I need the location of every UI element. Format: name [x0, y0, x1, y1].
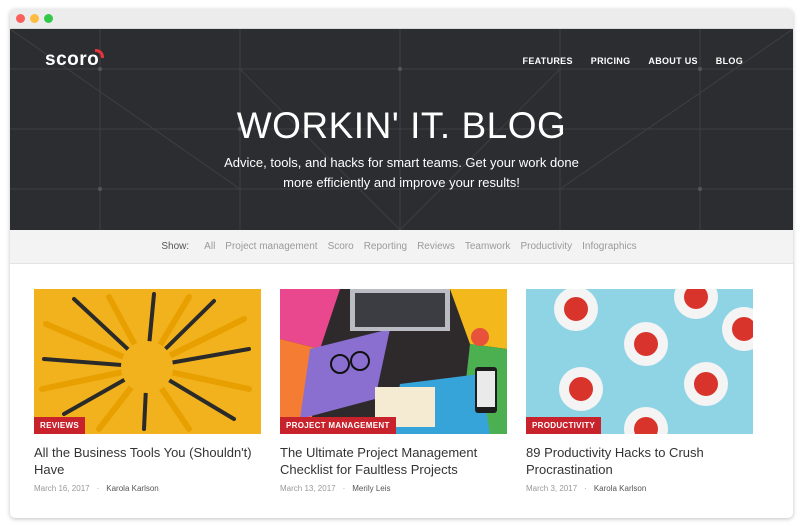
nav-about-us[interactable]: ABOUT US [648, 56, 697, 66]
post-card[interactable]: REVIEWS All the Business Tools You (Shou… [34, 289, 261, 493]
post-title[interactable]: 89 Productivity Hacks to Crush Procrasti… [526, 444, 753, 478]
category-tag[interactable]: PROJECT MANAGEMENT [280, 417, 396, 434]
hero-title: WORKIN' IT. BLOG [236, 105, 567, 146]
post-date: March 3, 2017 [526, 484, 578, 493]
filter-reviews[interactable]: Reviews [417, 241, 455, 252]
filter-label: Show: [161, 241, 190, 252]
post-author[interactable]: Merily Leis [352, 484, 390, 493]
filter-teamwork[interactable]: Teamwork [465, 241, 511, 252]
window-chrome [10, 9, 793, 29]
hero-subtitle-line1: Advice, tools, and hacks for smart teams… [224, 155, 579, 170]
main-nav: FEATURES PRICING ABOUT US BLOG [523, 56, 743, 66]
post-cards: REVIEWS All the Business Tools You (Shou… [34, 289, 753, 493]
post-author[interactable]: Karola Karlson [594, 484, 646, 493]
post-meta: March 3, 2017 · Karola Karlson [526, 484, 753, 493]
tea-cups-image [526, 289, 753, 434]
post-title[interactable]: The Ultimate Project Management Checklis… [280, 444, 507, 478]
post-card[interactable]: PRODUCTIVITY 89 Productivity Hacks to Cr… [526, 289, 753, 493]
category-filter-bar: Show: All Project management Scoro Repor… [10, 230, 793, 264]
post-date: March 16, 2017 [34, 484, 90, 493]
filter-productivity[interactable]: Productivity [520, 241, 572, 252]
hero-subtitle: Advice, tools, and hacks for smart teams… [10, 153, 793, 193]
filter-all[interactable]: All [204, 241, 215, 252]
filter-project-management[interactable]: Project management [225, 241, 317, 252]
meta-separator: · [96, 484, 100, 493]
category-tag[interactable]: REVIEWS [34, 417, 85, 434]
filter-scoro[interactable]: Scoro [328, 241, 354, 252]
nav-pricing[interactable]: PRICING [591, 56, 631, 66]
nav-blog[interactable]: BLOG [716, 56, 743, 66]
post-date: March 13, 2017 [280, 484, 336, 493]
meta-separator: · [584, 484, 587, 493]
filter-reporting[interactable]: Reporting [364, 241, 407, 252]
post-meta: March 13, 2017 · Merily Leis [280, 484, 507, 493]
scoro-logo[interactable]: scoro [45, 49, 99, 71]
post-thumbnail[interactable]: REVIEWS [34, 289, 261, 434]
hero-subtitle-line2: more efficiently and improve your result… [283, 175, 520, 190]
post-author[interactable]: Karola Karlson [106, 484, 158, 493]
filter-infographics[interactable]: Infographics [582, 241, 636, 252]
post-thumbnail[interactable]: PRODUCTIVITY [526, 289, 753, 434]
yellow-tools-image [34, 289, 261, 434]
category-tag[interactable]: PRODUCTIVITY [526, 417, 602, 434]
colorful-desk-laptop-image [280, 289, 507, 434]
maximize-window-button[interactable] [44, 14, 53, 23]
post-card[interactable]: PROJECT MANAGEMENT The Ultimate Project … [280, 289, 507, 493]
minimize-window-button[interactable] [30, 14, 39, 23]
post-title[interactable]: All the Business Tools You (Shouldn't) H… [34, 444, 261, 478]
post-meta: March 16, 2017 · Karola Karlson [34, 484, 261, 493]
close-window-button[interactable] [16, 14, 25, 23]
post-thumbnail[interactable]: PROJECT MANAGEMENT [280, 289, 507, 434]
meta-separator: · [342, 484, 346, 493]
nav-features[interactable]: FEATURES [523, 56, 573, 66]
hero-section: scoro FEATURES PRICING ABOUT US BLOG WOR… [10, 29, 793, 230]
